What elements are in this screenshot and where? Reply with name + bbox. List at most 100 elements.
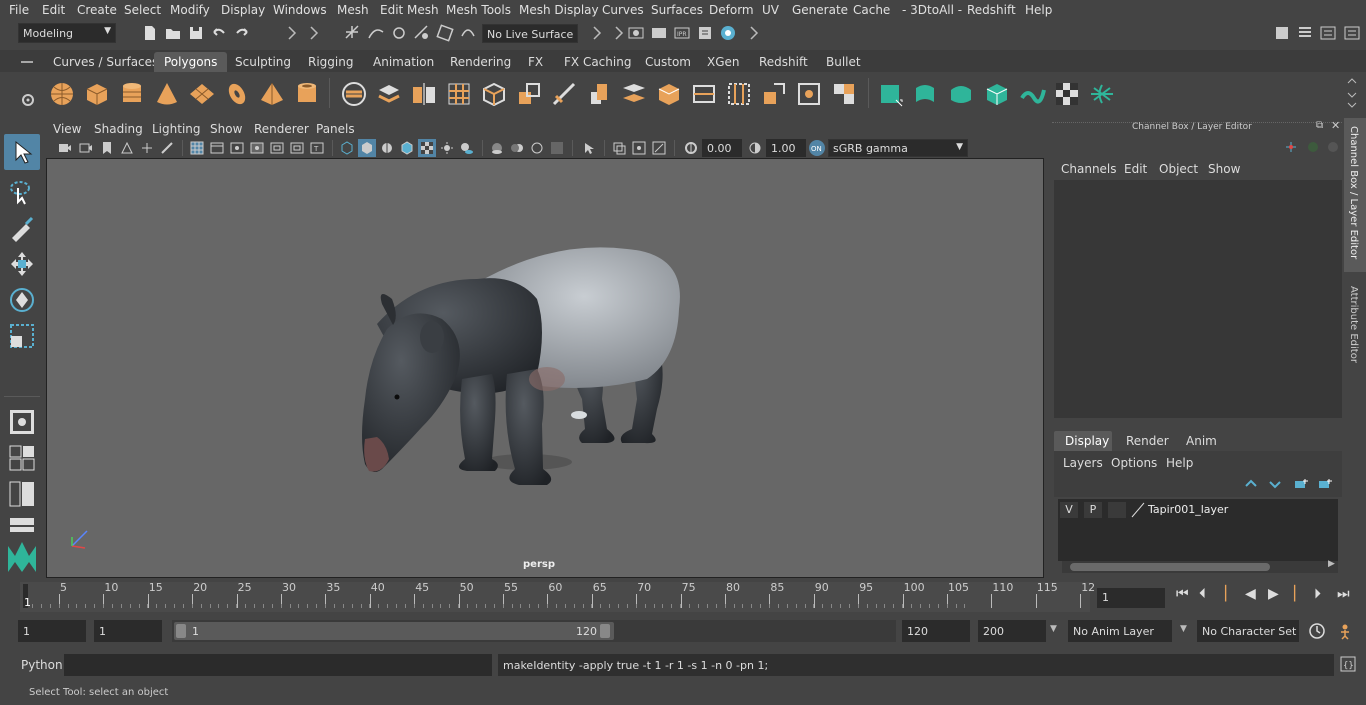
collapse-arrow-icon[interactable] [283,24,301,42]
help-menu[interactable]: Help [1166,456,1193,470]
snap-grid-icon[interactable] [344,24,362,42]
layers-menu[interactable]: Layers [1063,456,1103,470]
shelf-tab-fx[interactable]: FX [518,52,553,72]
uv-automatic-icon[interactable] [983,80,1011,108]
new-scene-icon[interactable] [141,24,159,42]
menu-modify[interactable]: Modify [170,3,210,17]
anim-layer-dropdown[interactable]: No Anim Layer [1068,620,1172,642]
menu-windows[interactable]: Windows [273,3,327,17]
shelf-menu-icon[interactable] [20,56,34,68]
layer-visibility-toggle[interactable]: V [1060,502,1078,518]
time-slider[interactable]: 1 5 10 15 20 25 30 35 40 45 50 55 60 65 70 75 80 85 90 95 1… [0,580,1366,614]
reduce-icon[interactable] [480,80,508,108]
close-panel-icon[interactable]: ✕ [1331,119,1340,132]
menu-3dtoall[interactable]: - 3DtoAll - [902,3,962,17]
shelf-tab-fx-caching[interactable]: FX Caching [554,52,641,72]
mode-dropdown[interactable]: Modeling ▼ [18,23,116,43]
poly-pipe-icon[interactable] [293,80,321,108]
shelf-tab-rendering[interactable]: Rendering [440,52,521,72]
shelf-tab-polygons[interactable]: Polygons [154,52,228,72]
layer-playback-toggle[interactable]: P [1084,502,1102,518]
shelf-tab-animation[interactable]: Animation [363,52,444,72]
channels-show-menu[interactable]: Show [1208,162,1240,176]
gate-mask-icon[interactable] [250,141,264,155]
layer-name[interactable]: Tapir001_layer [1148,503,1228,516]
live-surface-field[interactable]: No Live Surface [482,24,578,43]
channels-edit-menu[interactable]: Edit [1124,162,1147,176]
textured-button[interactable] [418,139,436,157]
view-transform-dropdown[interactable]: sGRB gamma ▼ [828,139,968,157]
uv-spherical-icon[interactable] [948,80,976,108]
menu-edit[interactable]: Edit [42,3,65,17]
lasso-tool-icon[interactable] [8,178,36,206]
collapse-arrow-icon-5[interactable] [745,24,763,42]
side-tab-attribute-editor[interactable]: Attribute Editor [1344,280,1366,378]
step-forward-key-icon[interactable]: ⏵ [1314,586,1321,602]
target-weld-icon[interactable] [760,80,788,108]
shelf-tab-rigging[interactable]: Rigging [298,52,363,72]
poly-cone-icon[interactable] [153,80,181,108]
channels-menu[interactable]: Channels [1061,162,1117,176]
float-panel-icon[interactable]: ⧉ [1316,120,1323,131]
uv-planar-icon[interactable] [878,80,906,108]
default-material-icon[interactable] [380,141,394,155]
range-start-grip[interactable] [176,624,186,638]
auto-key-icon[interactable] [1308,622,1326,640]
playback-end-field[interactable]: 120 [902,620,970,642]
channel-box-toggle-icon[interactable] [1343,24,1361,42]
bookmark-icon[interactable] [100,141,114,155]
render-frame-icon[interactable] [650,24,668,42]
go-to-start-icon[interactable]: ⏮ [1176,586,1189,602]
field-chart-icon[interactable] [270,141,284,155]
render-view-icon[interactable] [627,24,645,42]
hypershade-icon[interactable] [719,24,737,42]
single-layout-icon[interactable] [8,408,36,436]
menu-select[interactable]: Select [124,3,161,17]
scene-end-field[interactable]: 200 [978,620,1046,642]
side-tab-channel-box[interactable]: Channel Box / Layer Editor [1344,118,1366,272]
layer-horizontal-scrollbar[interactable]: ▶ [1062,559,1338,573]
undo-icon[interactable] [210,24,228,42]
go-to-end-icon[interactable]: ⏭ [1337,586,1350,602]
rotate-tool-icon[interactable] [8,286,36,314]
range-slider-handle[interactable] [174,622,614,640]
multisample-aa-icon[interactable] [530,141,544,155]
shelf-settings-gear-icon[interactable] [20,92,36,108]
ambient-occlusion-icon[interactable] [490,141,504,155]
merge-icon[interactable] [795,80,823,108]
vp-menu-view[interactable]: View [53,122,81,136]
menu-mesh-tools[interactable]: Mesh Tools [446,3,511,17]
exposure-field[interactable]: 0.00 [702,139,742,157]
collapse-arrow-icon-3[interactable] [588,24,606,42]
menu-mesh-display[interactable]: Mesh Display [519,3,599,17]
graph-layout-icon[interactable] [8,516,36,534]
resolution-gate-icon[interactable] [230,141,244,155]
tapir-model[interactable] [47,159,1043,577]
collapse-arrow-icon-4[interactable] [610,24,628,42]
insert-edge-loop-icon[interactable] [690,80,718,108]
exposure-icon[interactable] [684,141,698,155]
chevron-down-icon-3[interactable]: ▼ [1050,624,1057,634]
grease-pencil-icon[interactable] [160,141,174,155]
menu-deform[interactable]: Deform [709,3,754,17]
menu-create[interactable]: Create [77,3,117,17]
vp-menu-lighting[interactable]: Lighting [152,122,201,136]
shelf-tab-sculpting[interactable]: Sculpting [225,52,301,72]
camera-attributes-icon[interactable] [79,141,93,155]
layer-color-swatch-icon[interactable] [1130,502,1146,518]
snap-curve-icon[interactable] [367,24,385,42]
snap-surface-icon[interactable] [436,24,454,42]
offset-edge-loop-icon[interactable] [725,80,753,108]
new-empty-layer-icon[interactable] [1294,478,1308,490]
open-scene-icon[interactable] [164,24,182,42]
shelf-tab-redshift[interactable]: Redshift [749,52,818,72]
manipulator-icon[interactable] [1284,140,1298,154]
vp-menu-panels[interactable]: Panels [316,122,355,136]
move-layer-down-icon[interactable] [1268,478,1282,490]
layer-tab-render[interactable]: Render [1126,434,1169,448]
menu-mesh[interactable]: Mesh [337,3,369,17]
shadows-icon[interactable] [460,141,474,155]
mirror-icon[interactable] [410,80,438,108]
uv-unfold-icon[interactable] [1018,80,1046,108]
smooth-shade-button[interactable] [358,139,376,157]
